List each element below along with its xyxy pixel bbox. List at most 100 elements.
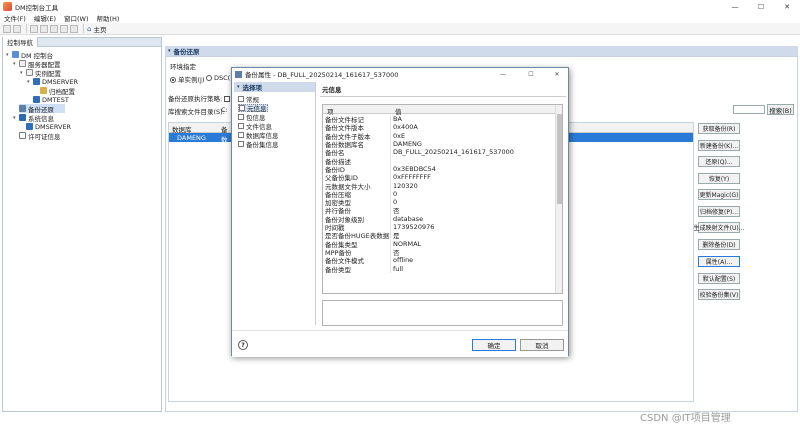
get-backup-button[interactable]: 获取备份(R) — [698, 123, 740, 134]
table-row[interactable]: 是否备份HUGE表数据是 — [323, 231, 556, 240]
nav-item-database-info[interactable]: 数据库信息 — [238, 131, 279, 140]
home-label[interactable]: 主页 — [93, 24, 106, 34]
page-title: ▾ 备份还原 — [165, 46, 798, 56]
radio-icon[interactable] — [206, 75, 212, 81]
recover-button[interactable]: 恢复(Y) — [698, 173, 740, 184]
table-row[interactable]: 并行备份否 — [323, 206, 556, 215]
menu-help[interactable]: 帮助(H) — [93, 13, 124, 23]
gear-icon — [26, 69, 33, 76]
table-row[interactable]: 时间戳 1739520976 — [323, 222, 556, 232]
backup-icon — [235, 70, 242, 78]
tree-item-label: DMSERVER — [35, 122, 72, 131]
property-key: 加密类型 — [323, 198, 391, 207]
table-row[interactable]: 备份名 DB_FULL_20250214_161617_537000 — [323, 148, 556, 157]
dialog-button-bar: ? 确定 取消 — [232, 330, 568, 357]
table-row[interactable]: 备份文件模式 offline — [323, 256, 556, 265]
metadata-property-table: 项 值 备份文件标记 BA 备份文件版本 0x400A 备份文件子版本 0xE 备份数据库名… — [322, 104, 563, 294]
property-key: 备份ID — [323, 164, 391, 174]
generate-mapping-button[interactable]: 生成映射文件(U)... — [694, 222, 744, 233]
update-magic-button[interactable]: 更新Magic(G) — [698, 189, 740, 200]
save-icon[interactable] — [3, 24, 11, 33]
table-row[interactable]: 备份文件版本 0x400A — [323, 123, 556, 132]
page-icon — [238, 114, 244, 120]
checkbox-icon[interactable] — [224, 96, 231, 102]
table-header: 项 值 — [323, 105, 562, 116]
minimize-icon[interactable]: — — [494, 68, 512, 80]
table-row[interactable]: 加密类型 0 — [323, 198, 556, 207]
toolbar-separator — [83, 24, 84, 33]
radio-single-instance[interactable]: 单实例(J) — [170, 74, 205, 84]
restore-button[interactable]: 还原(Q)... — [698, 156, 740, 167]
redo-icon[interactable] — [60, 24, 68, 33]
scrollbar[interactable] — [555, 105, 562, 293]
nav-item-file-info[interactable]: 文件信息 — [238, 122, 272, 131]
table-row[interactable]: 备份描述 — [323, 156, 556, 165]
archive-repair-button[interactable]: 归档修复(P)... — [698, 206, 740, 217]
property-description-box — [322, 300, 563, 326]
maximize-icon[interactable]: ☐ — [748, 0, 774, 13]
maximize-icon[interactable]: ☐ — [522, 68, 540, 80]
nav-item-package-info[interactable]: 包信息 — [238, 113, 266, 122]
table-row[interactable]: 备份类型 full — [323, 264, 556, 273]
property-key: 备份描述 — [323, 156, 391, 165]
table-row[interactable]: MPP备份否 — [323, 247, 556, 257]
table-row[interactable]: 备份文件子版本 0xE — [323, 131, 556, 140]
nav-item-general[interactable]: 常规 — [238, 95, 259, 104]
cancel-button[interactable]: 取消 — [520, 339, 564, 351]
table-row[interactable]: 备份集类型 NORMAL — [323, 239, 556, 248]
property-value: 0x3EBDBC54 — [393, 164, 436, 173]
dialog-nav-panel: ▾ 选择项 常规 元信息 包信息 文件信息 数据库信息 备份集信息 — [234, 82, 316, 325]
dialog-title-bar: 备份属性 - DB_FULL_20250214_161617_537000 — … — [232, 68, 568, 80]
table-row[interactable]: 备份压缩 0 — [323, 189, 556, 198]
collapse-icon[interactable]: ▾ — [168, 48, 171, 54]
close-icon[interactable]: ✕ — [548, 68, 566, 80]
tree-item-instance-config[interactable]: ▾ 实例配置 — [20, 68, 61, 78]
delete-backup-button[interactable]: 删除备份(D) — [698, 239, 740, 250]
home-icon[interactable]: ⌂ — [87, 25, 91, 33]
minimize-icon[interactable]: — — [722, 0, 748, 13]
menu-window[interactable]: 窗口(W) — [60, 13, 93, 23]
properties-button[interactable]: 属性(A)... — [698, 256, 740, 267]
nav-header: ▾ 选择项 — [234, 82, 315, 92]
tab-control-navigation[interactable]: 控制导航 — [3, 37, 38, 47]
radio-dsc[interactable]: DSC( — [206, 74, 230, 82]
forward-icon[interactable] — [40, 24, 48, 33]
help-icon[interactable]: ? — [238, 340, 248, 350]
ok-button[interactable]: 确定 — [472, 339, 516, 351]
nav-item-metadata[interactable]: 元信息 — [238, 104, 268, 113]
menu-file[interactable]: 文件(F) — [0, 13, 30, 23]
collapse-icon[interactable]: ▾ — [237, 84, 240, 90]
database-icon — [33, 78, 40, 85]
table-row[interactable]: 父备份集ID 0xFFFFFFFF — [323, 173, 556, 182]
property-value: BA — [393, 115, 402, 124]
refresh-icon[interactable] — [70, 24, 78, 33]
table-row[interactable]: 备份数据库名 DAMENG — [323, 139, 556, 149]
property-key: 备份数据库名 — [323, 139, 391, 149]
tree-item-archive-config[interactable]: 归档配置 — [40, 86, 75, 96]
table-row[interactable]: 备份ID 0x3EBDBC54 — [323, 164, 556, 174]
nav-item-backupset-info[interactable]: 备份集信息 — [238, 140, 279, 149]
default-config-button[interactable]: 默认配置(S) — [698, 273, 740, 284]
property-key: 元数据文件大小 — [323, 181, 391, 190]
close-icon[interactable]: ✕ — [774, 0, 800, 13]
tree-item-license-info[interactable]: 许可证信息 — [19, 131, 61, 141]
tree-item-system-info[interactable]: ▾ 系统信息 — [13, 113, 54, 123]
backup-properties-dialog: 备份属性 - DB_FULL_20250214_161617_537000 — … — [231, 67, 569, 357]
page-title-text: 备份还原 — [173, 48, 200, 56]
table-row[interactable]: 元数据文件大小 120320 — [323, 181, 556, 190]
back-icon[interactable] — [30, 24, 38, 33]
license-icon — [19, 132, 26, 139]
search-dir-input[interactable] — [733, 105, 765, 114]
undo-icon[interactable] — [50, 24, 58, 33]
browse-button[interactable]: 搜索(B) — [767, 104, 794, 115]
verify-backupset-button[interactable]: 校验备份集(V) — [698, 289, 740, 300]
table-row[interactable]: 备份对象级别 database — [323, 214, 556, 223]
radio-selected-icon[interactable] — [170, 77, 176, 83]
scrollbar-thumb[interactable] — [557, 114, 562, 204]
search-dir-value[interactable]: C: — [221, 106, 228, 114]
table-row[interactable]: 备份文件标记 BA — [323, 115, 556, 124]
new-backup-button[interactable]: 新建备份(K)... — [698, 140, 740, 151]
folder-icon — [40, 87, 47, 94]
menu-edit[interactable]: 编辑(E) — [30, 13, 60, 23]
save-all-icon[interactable] — [13, 24, 21, 33]
